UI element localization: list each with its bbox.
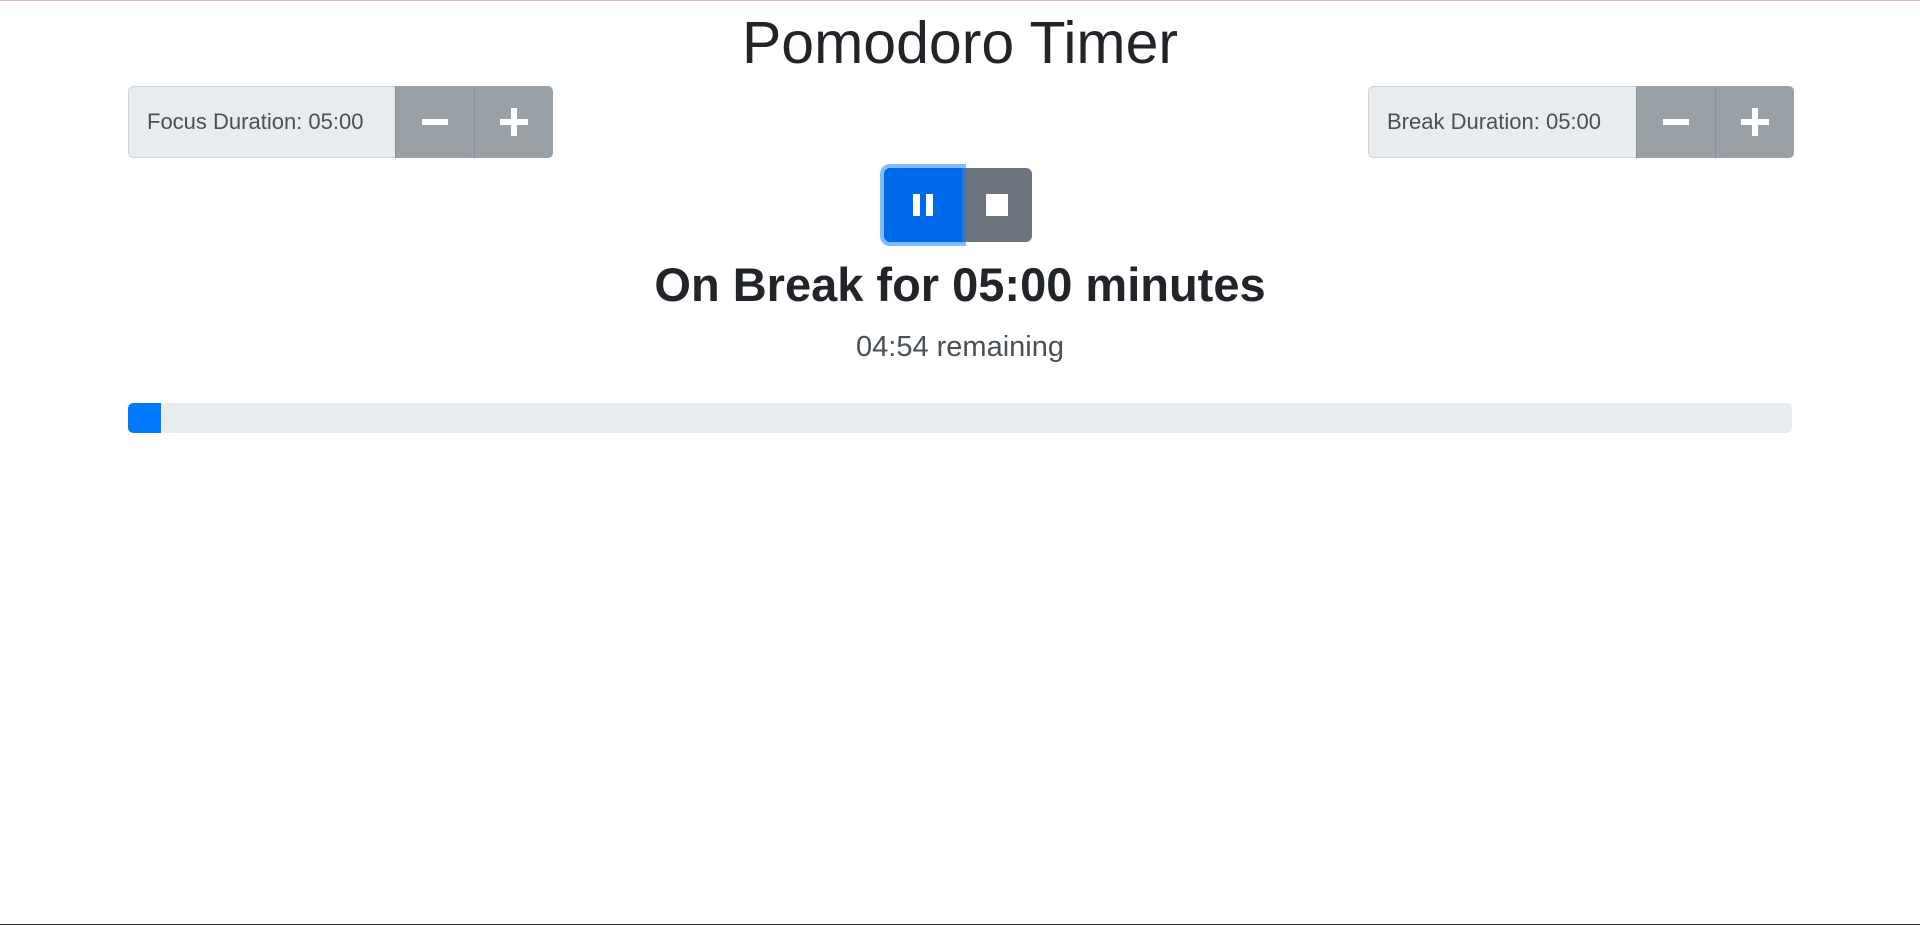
pomodoro-page: Pomodoro Timer Focus Duration: 05:00 Bre…: [0, 0, 1920, 925]
break-increase-button[interactable]: [1715, 86, 1794, 158]
page-title: Pomodoro Timer: [741, 10, 1179, 76]
pause-button[interactable]: [884, 168, 962, 242]
focus-duration-label: Focus Duration: 05:00: [128, 86, 395, 158]
stop-button[interactable]: [962, 168, 1032, 242]
progress-track: [128, 403, 1792, 433]
time-remaining: 04:54 remaining: [856, 331, 1064, 363]
timer-controls: [884, 168, 1032, 242]
minus-icon: [422, 119, 448, 125]
focus-duration-group: Focus Duration: 05:00: [128, 86, 553, 158]
plus-icon: [500, 108, 528, 136]
stop-icon: [986, 194, 1008, 216]
plus-icon: [1741, 108, 1769, 136]
break-duration-label: Break Duration: 05:00: [1368, 86, 1636, 158]
break-duration-group: Break Duration: 05:00: [1368, 86, 1794, 158]
pause-icon: [913, 194, 933, 216]
timer-status-heading: On Break for 05:00 minutes: [654, 258, 1266, 311]
minus-icon: [1663, 119, 1689, 125]
progress-bar: [128, 403, 162, 433]
focus-decrease-button[interactable]: [395, 86, 474, 158]
focus-increase-button[interactable]: [474, 86, 553, 158]
break-decrease-button[interactable]: [1636, 86, 1715, 158]
